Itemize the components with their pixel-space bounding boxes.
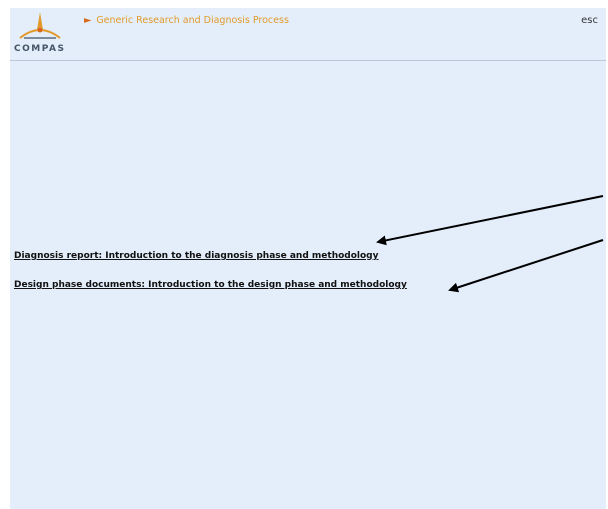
design-phase-documents-link[interactable]: Design phase documents: Introduction to …	[14, 280, 407, 290]
logo-text: COMPAS	[14, 44, 66, 54]
compass-logo-icon	[19, 12, 61, 39]
logo[interactable]: COMPAS	[14, 8, 66, 54]
breadcrumb-arrow-icon: ►	[84, 15, 92, 26]
breadcrumb-label: Generic Research and Diagnosis Process	[96, 15, 289, 26]
header: COMPAS ► Generic Research and Diagnosis P…	[10, 8, 606, 60]
header-divider	[10, 60, 606, 61]
page-frame: COMPAS ► Generic Research and Diagnosis P…	[10, 8, 606, 509]
diagnosis-report-link[interactable]: Diagnosis report: Introduction to the di…	[14, 251, 379, 261]
esc-button[interactable]: esc	[581, 15, 598, 26]
breadcrumb[interactable]: ► Generic Research and Diagnosis Process	[84, 15, 289, 26]
